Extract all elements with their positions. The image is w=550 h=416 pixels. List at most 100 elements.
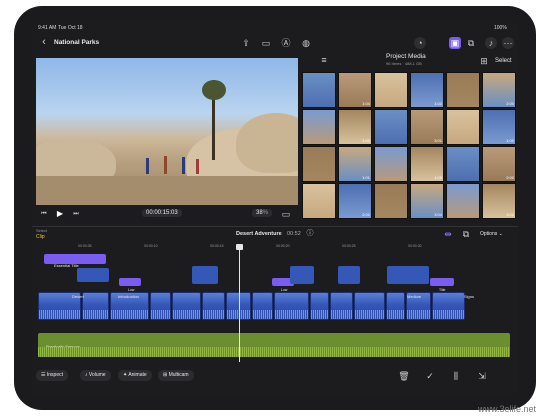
media-thumbnail[interactable]: 1:04: [338, 72, 372, 108]
media-thumbnail[interactable]: 1:03: [338, 109, 372, 145]
media-thumbnail[interactable]: [374, 109, 408, 145]
effects-icon[interactable]: ⧉: [465, 37, 477, 49]
options-button[interactable]: Options ⌄: [480, 231, 503, 237]
media-thumbnail[interactable]: 3:01: [410, 109, 444, 145]
page-title: National Parks: [54, 39, 100, 46]
media-thumbnail[interactable]: [446, 183, 480, 219]
clip-label: Introduction: [118, 294, 139, 299]
trash-icon[interactable]: 🗑: [398, 370, 410, 382]
lower-third-clip[interactable]: Low: [119, 278, 141, 292]
video-clip[interactable]: [202, 292, 225, 320]
thumbnail-duration: 3:04: [434, 212, 442, 217]
thumbnail-duration: 1:03: [434, 101, 442, 106]
connected-clip[interactable]: [77, 268, 109, 282]
media-thumbnail[interactable]: 3:04: [410, 183, 444, 219]
inspect-label: Inspect: [46, 372, 63, 378]
layers-icon[interactable]: ⧉: [460, 228, 472, 240]
timecode-end: 15:03: [162, 210, 178, 216]
connected-clip[interactable]: [338, 266, 360, 284]
info-icon[interactable]: ⓘ: [304, 228, 316, 240]
connected-clip[interactable]: [290, 266, 314, 284]
media-thumbnail[interactable]: 1:00: [482, 109, 516, 145]
volume-label: Volume: [88, 372, 106, 378]
video-clip[interactable]: [354, 292, 385, 320]
video-viewer[interactable]: [36, 58, 298, 205]
split-icon[interactable]: ⫼: [450, 370, 462, 382]
app-screen: 9:41 AM Tue Oct 18 100% ‹ National Parks…: [32, 22, 518, 396]
media-thumbnail[interactable]: 3:02: [482, 183, 516, 219]
play-icon[interactable]: ▶: [54, 208, 66, 220]
title-clip[interactable]: Essential Title: [44, 254, 106, 268]
aspect-ratio-icon[interactable]: ▭: [280, 208, 292, 220]
media-thumbnail[interactable]: 1:01: [338, 146, 372, 182]
ruler-tick-label: 00:00:30: [408, 244, 422, 248]
media-thumbnail[interactable]: [374, 146, 408, 182]
grid-view-icon[interactable]: ⊞: [478, 55, 490, 67]
media-thumbnail[interactable]: [446, 72, 480, 108]
clip-mode-label[interactable]: Clip: [36, 234, 45, 240]
back-icon[interactable]: ‹: [38, 36, 50, 48]
side-toolbar: [18, 178, 22, 228]
clip-label: Desert: [72, 294, 84, 299]
inspect-button[interactable]: ☰ Inspect: [36, 370, 68, 381]
media-thumbnail[interactable]: [302, 146, 336, 182]
media-thumbnail[interactable]: 2:00: [482, 72, 516, 108]
skip-forward-icon[interactable]: ⏭: [70, 208, 82, 220]
audio-icon[interactable]: ♪: [485, 37, 497, 49]
animate-label: Animate: [128, 372, 147, 378]
select-mode-label: Select: [36, 228, 48, 233]
media-thumbnail[interactable]: [446, 109, 480, 145]
ruler-tick-label: 00:00:05: [78, 244, 92, 248]
music-clip[interactable]: Practically Famous: [38, 333, 510, 357]
media-thumbnail[interactable]: [302, 183, 336, 219]
playhead-handle[interactable]: [236, 244, 243, 250]
thumbnail-duration: 1:01: [362, 175, 370, 180]
zoom-control[interactable]: 38%: [252, 209, 273, 217]
checkmark-icon[interactable]: ✓: [424, 370, 436, 382]
thumbnail-duration: 1:05: [434, 175, 442, 180]
detach-icon[interactable]: ⇲: [476, 370, 488, 382]
camera-icon[interactable]: ▭: [260, 37, 272, 49]
skip-back-icon[interactable]: ⏮: [38, 208, 50, 220]
options-label: Options: [480, 231, 498, 237]
video-clip[interactable]: [82, 292, 109, 320]
media-thumbnail[interactable]: 2:00: [482, 146, 516, 182]
connected-clip[interactable]: [387, 266, 429, 284]
animate-button[interactable]: ✦ Animate: [118, 370, 152, 381]
volume-button[interactable]: ♪ Volume: [80, 370, 111, 381]
timecode-display: 00:00:15:03: [142, 209, 182, 217]
video-clip[interactable]: [252, 292, 273, 320]
video-clip[interactable]: [330, 292, 353, 320]
media-thumbnail[interactable]: 1:05: [410, 146, 444, 182]
media-thumbnail[interactable]: 1:03: [410, 72, 444, 108]
photos-icon[interactable]: ◍: [300, 37, 312, 49]
status-time: 9:41 AM: [38, 25, 57, 31]
thumbnail-duration: 1:04: [362, 101, 370, 106]
video-clip[interactable]: [274, 292, 309, 320]
media-thumbnail[interactable]: [446, 146, 480, 182]
video-clip[interactable]: [386, 292, 405, 320]
multicam-button[interactable]: ⊞ Multicam: [158, 370, 194, 381]
video-clip[interactable]: [150, 292, 171, 320]
media-thumbnail[interactable]: [374, 72, 408, 108]
playhead[interactable]: [239, 244, 240, 362]
more-icon[interactable]: ⋯: [502, 37, 514, 49]
video-clip[interactable]: [432, 292, 465, 320]
media-browser-icon[interactable]: ▣: [449, 37, 461, 49]
video-clip[interactable]: [172, 292, 201, 320]
media-thumbnail[interactable]: [302, 109, 336, 145]
media-thumbnail[interactable]: 2:02: [338, 183, 372, 219]
connected-clip[interactable]: [192, 266, 218, 284]
timer-icon[interactable]: ◔: [414, 37, 426, 49]
timeline-ruler[interactable]: 00:00:05 00:00:10 00:00:15 00:00:20 00:00:25…: [32, 244, 518, 252]
filter-icon[interactable]: ≡: [318, 54, 330, 66]
snapping-icon[interactable]: ⇹: [442, 228, 454, 240]
primary-storyline[interactable]: [38, 292, 510, 320]
video-clip[interactable]: [310, 292, 329, 320]
lower-third-clip[interactable]: Title: [430, 278, 454, 292]
media-thumbnail[interactable]: [374, 183, 408, 219]
voiceover-icon[interactable]: Ⓐ: [280, 37, 292, 49]
share-icon[interactable]: ⇪: [240, 37, 252, 49]
media-thumbnail[interactable]: [302, 72, 336, 108]
select-button[interactable]: Select: [495, 58, 512, 64]
